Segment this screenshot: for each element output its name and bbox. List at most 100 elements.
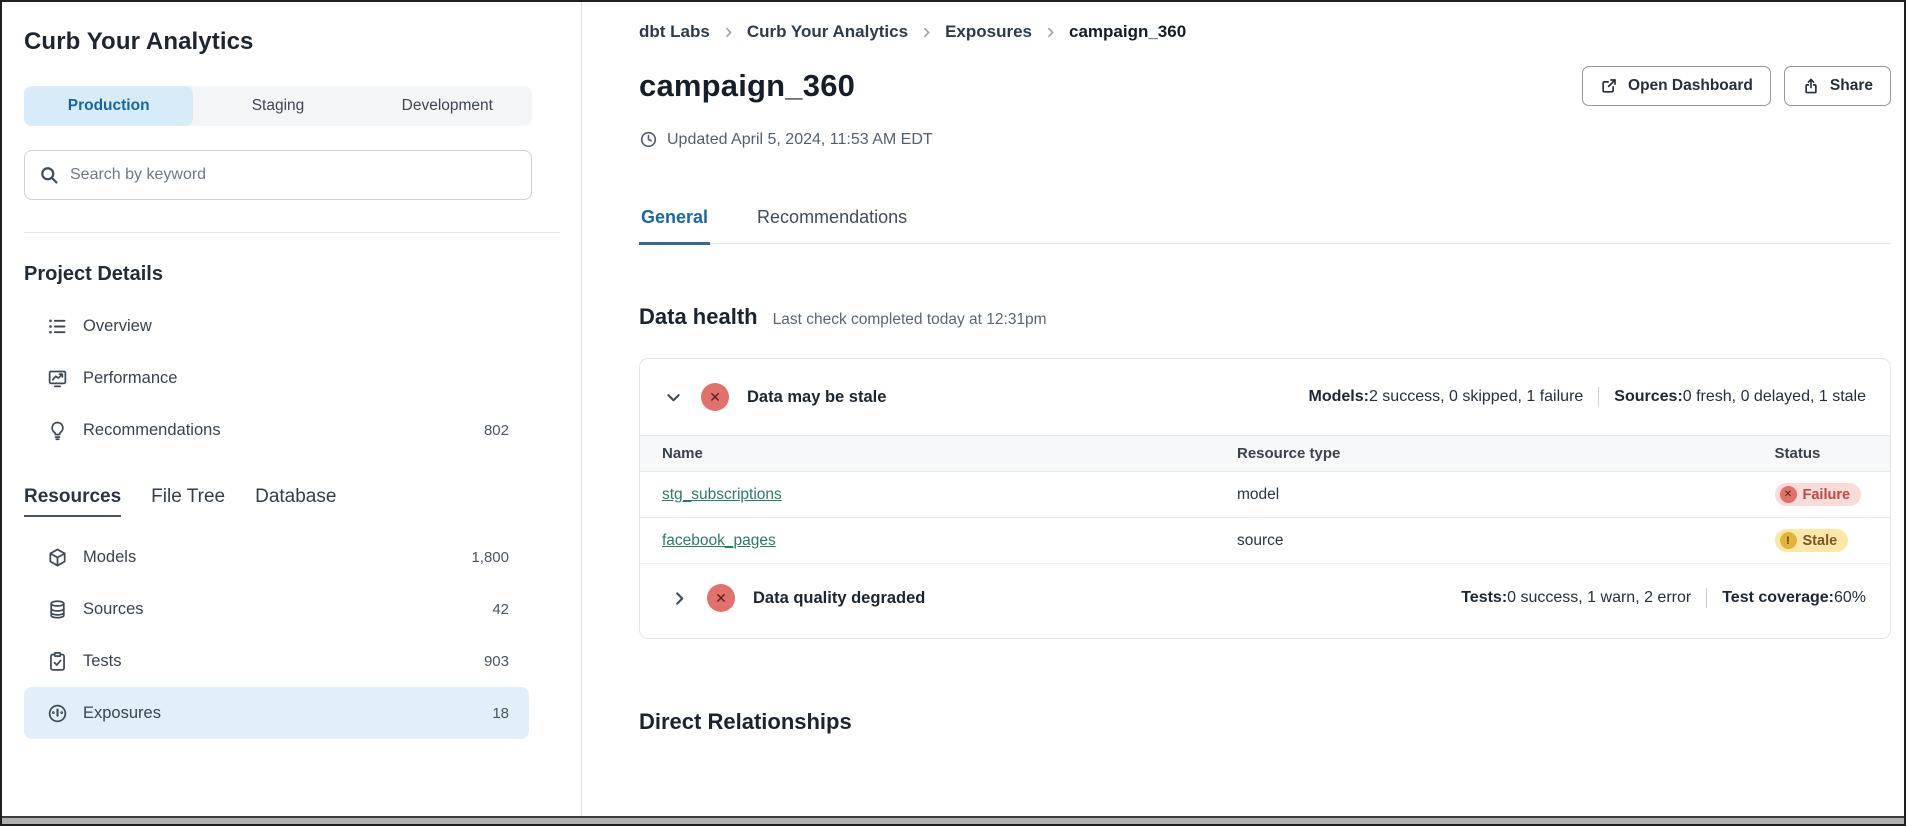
failure-x-icon: ✕ xyxy=(1780,486,1797,503)
external-link-icon xyxy=(1600,77,1618,95)
tab-database[interactable]: Database xyxy=(255,486,336,517)
open-dashboard-button[interactable]: Open Dashboard xyxy=(1582,66,1771,106)
models-summary-text: 2 success, 0 skipped, 1 failure xyxy=(1369,388,1583,406)
breadcrumb-item-exposures[interactable]: Exposures xyxy=(945,22,1032,42)
sidebar-item-recommendations[interactable]: Recommendations 802 xyxy=(24,404,529,456)
app-window: Curb Your Analytics Production Staging D… xyxy=(0,0,1906,826)
sidebar-item-exposures[interactable]: Exposures 18 xyxy=(24,687,529,739)
column-header-status: Status xyxy=(1753,436,1891,472)
share-button[interactable]: Share xyxy=(1784,66,1891,106)
search-input[interactable] xyxy=(70,166,517,184)
chevron-right-icon xyxy=(722,26,735,39)
sidebar: Curb Your Analytics Production Staging D… xyxy=(2,2,582,824)
quality-section-summary: Tests: 0 success, 1 warn, 2 error Test c… xyxy=(1461,588,1866,608)
sidebar-item-sources[interactable]: Sources 42 xyxy=(24,583,529,635)
stale-exclamation-icon: ! xyxy=(1780,532,1797,549)
sidebar-item-label: Performance xyxy=(83,369,177,388)
environment-tabs: Production Staging Development xyxy=(24,86,532,126)
sidebar-item-label: Sources xyxy=(83,600,144,619)
resources-list: Models 1,800 Sources 42 xyxy=(24,531,532,739)
resource-link-stg-subscriptions[interactable]: stg_subscriptions xyxy=(662,486,782,503)
resource-type-cell: model xyxy=(1215,472,1753,518)
item-count: 42 xyxy=(492,601,509,618)
summary-divider xyxy=(1598,387,1599,407)
sidebar-item-label: Overview xyxy=(83,317,152,336)
item-count: 903 xyxy=(484,653,509,670)
tab-file-tree[interactable]: File Tree xyxy=(151,486,225,517)
tab-recommendations[interactable]: Recommendations xyxy=(755,207,909,245)
status-badge-stale: ! Stale xyxy=(1775,529,1849,552)
breadcrumb: dbt Labs Curb Your Analytics Exposures c… xyxy=(639,22,1891,42)
error-status-icon: ✕ xyxy=(707,584,735,612)
search-icon xyxy=(39,165,59,185)
sidebar-item-tests[interactable]: Tests 903 xyxy=(24,635,529,687)
coverage-summary-text: 60% xyxy=(1834,589,1866,607)
last-check-text: Last check completed today at 12:31pm xyxy=(773,311,1047,329)
breadcrumb-item-current: campaign_360 xyxy=(1069,22,1186,42)
stale-section-title: Data may be stale xyxy=(747,388,886,407)
cube-icon xyxy=(47,547,68,568)
breadcrumb-item-project[interactable]: Curb Your Analytics xyxy=(747,22,908,42)
main-content: dbt Labs Curb Your Analytics Exposures c… xyxy=(582,2,1906,824)
item-count: 802 xyxy=(484,422,509,439)
project-details-list: Overview Performance xyxy=(24,300,532,456)
coverage-summary-label: Test coverage: xyxy=(1722,589,1834,607)
updated-timestamp: Updated April 5, 2024, 11:53 AM EDT xyxy=(639,130,1891,149)
stale-resources-table: Name Resource type Status stg_subscripti… xyxy=(640,435,1890,564)
stale-section-summary: Models: 2 success, 0 skipped, 1 failure … xyxy=(1309,387,1867,407)
window-bottom-edge xyxy=(2,816,1904,824)
resource-link-facebook-pages[interactable]: facebook_pages xyxy=(662,532,776,549)
tab-general[interactable]: General xyxy=(639,207,710,245)
chevron-down-icon[interactable] xyxy=(662,386,685,409)
detail-tabs: General Recommendations xyxy=(639,207,1891,244)
resource-browser-tabs: Resources File Tree Database xyxy=(24,486,532,517)
direct-relationships-heading: Direct Relationships xyxy=(639,709,1891,735)
performance-chart-icon xyxy=(47,368,68,389)
quality-section-header[interactable]: ✕ Data quality degraded Tests: 0 success… xyxy=(640,564,1890,638)
sidebar-item-label: Tests xyxy=(83,652,122,671)
sidebar-item-overview[interactable]: Overview xyxy=(24,300,529,352)
table-row: facebook_pages source ! Stale xyxy=(640,518,1890,564)
status-badge-failure: ✕ Failure xyxy=(1775,483,1862,506)
chevron-right-icon[interactable] xyxy=(668,587,691,610)
stale-section-header[interactable]: ✕ Data may be stale Models: 2 success, 0… xyxy=(640,359,1890,435)
table-header-row: Name Resource type Status xyxy=(640,436,1890,472)
error-status-icon: ✕ xyxy=(701,383,729,411)
page-title: campaign_360 xyxy=(639,68,855,104)
sources-summary-label: Sources: xyxy=(1614,388,1682,406)
sidebar-item-label: Models xyxy=(83,548,136,567)
column-header-name: Name xyxy=(640,436,1215,472)
models-summary-label: Models: xyxy=(1309,388,1369,406)
status-badge-label: Stale xyxy=(1803,533,1838,549)
env-tab-production[interactable]: Production xyxy=(24,86,193,126)
database-icon xyxy=(47,599,68,620)
lightbulb-icon xyxy=(47,420,68,441)
tab-resources[interactable]: Resources xyxy=(24,486,121,517)
sidebar-item-models[interactable]: Models 1,800 xyxy=(24,531,529,583)
project-details-heading: Project Details xyxy=(24,263,532,286)
sidebar-item-label: Exposures xyxy=(83,704,161,723)
status-badge-label: Failure xyxy=(1803,487,1851,503)
list-icon xyxy=(47,316,68,337)
sidebar-item-performance[interactable]: Performance xyxy=(24,352,529,404)
tests-summary-text: 0 success, 1 warn, 2 error xyxy=(1507,589,1691,607)
sidebar-divider xyxy=(24,232,560,233)
tests-summary-label: Tests: xyxy=(1461,589,1507,607)
data-health-card: ✕ Data may be stale Models: 2 success, 0… xyxy=(639,358,1891,639)
data-health-heading: Data health xyxy=(639,304,758,330)
env-tab-staging[interactable]: Staging xyxy=(193,86,362,126)
column-header-type: Resource type xyxy=(1215,436,1753,472)
summary-divider xyxy=(1706,588,1707,608)
sources-summary-text: 0 fresh, 0 delayed, 1 stale xyxy=(1683,388,1866,406)
clipboard-check-icon xyxy=(47,651,68,672)
sidebar-item-label: Recommendations xyxy=(83,421,221,440)
breadcrumb-item-account[interactable]: dbt Labs xyxy=(639,22,710,42)
project-title: Curb Your Analytics xyxy=(24,28,532,56)
search-box[interactable] xyxy=(24,150,532,200)
gauge-icon xyxy=(47,703,68,724)
clock-icon xyxy=(639,130,658,149)
chevron-right-icon xyxy=(1044,26,1057,39)
item-count: 18 xyxy=(492,705,509,722)
item-count: 1,800 xyxy=(471,549,509,566)
env-tab-development[interactable]: Development xyxy=(363,86,532,126)
